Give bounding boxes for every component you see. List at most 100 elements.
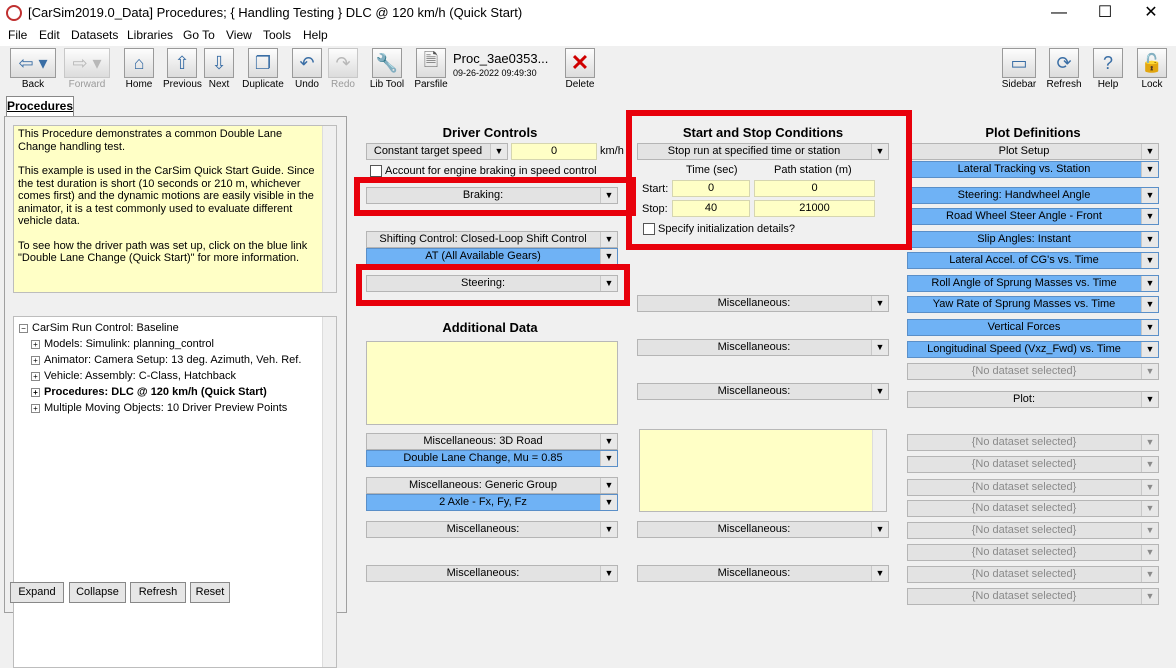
misc-dropdown[interactable]: Miscellaneous: ▼ [637, 565, 889, 582]
chevron-down-icon: ▼ [1141, 276, 1158, 291]
highlight-steering [356, 264, 630, 306]
plot-dropdown[interactable]: {No dataset selected} ▼ [907, 522, 1159, 539]
plot-dropdown[interactable]: {No dataset selected} ▼ [907, 588, 1159, 605]
chevron-down-icon: ▼ [1141, 457, 1158, 472]
plot-dropdown[interactable]: Plot: ▼ [907, 391, 1159, 408]
engine-braking-label: Account for engine braking in speed cont… [385, 165, 597, 177]
undo-button[interactable]: ↶ Undo [291, 48, 323, 92]
back-button[interactable]: ⇦ ▾ Back [8, 48, 58, 92]
plot-dropdown[interactable]: Roll Angle of Sprung Masses vs. Time ▼ [907, 275, 1159, 292]
redo-button[interactable]: ↷ Redo [327, 48, 359, 92]
gears-link[interactable]: AT (All Available Gears) ▼ [366, 248, 618, 265]
undo-icon: ↶ [292, 48, 322, 78]
misc-generic-dropdown[interactable]: Miscellaneous: Generic Group ▼ [366, 477, 618, 494]
engine-braking-checkbox[interactable] [370, 165, 382, 177]
plot-dropdown[interactable]: {No dataset selected} ▼ [907, 456, 1159, 473]
misc-dropdown[interactable]: Miscellaneous: ▼ [366, 565, 618, 582]
reset-button[interactable]: Reset [190, 582, 230, 603]
plot-dropdown[interactable]: Vertical Forces ▼ [907, 319, 1159, 336]
tab-procedures[interactable]: Procedures [6, 96, 74, 116]
plot-dropdown[interactable]: {No dataset selected} ▼ [907, 544, 1159, 561]
tree-item[interactable]: + Procedures: DLC @ 120 km/h (Quick Start… [19, 384, 336, 400]
target-speed-input[interactable]: 0 [511, 143, 597, 160]
sidebar-button[interactable]: ▭ Sidebar [1000, 48, 1038, 92]
plot-dropdown[interactable]: Lateral Accel. of CG's vs. Time ▼ [907, 252, 1159, 269]
shifting-dropdown[interactable]: Shifting Control: Closed-Loop Shift Cont… [366, 231, 618, 248]
misc-textarea-scrollbar[interactable] [872, 430, 886, 511]
chevron-down-icon: ▼ [1141, 480, 1158, 495]
misc-3d-road-dropdown[interactable]: Miscellaneous: 3D Road ▼ [366, 433, 618, 450]
parsfile-button[interactable]: 🗎 Parsfile [414, 48, 448, 92]
refresh-button[interactable]: ⟳ Refresh [1046, 48, 1082, 92]
home-button[interactable]: ⌂ Home [122, 48, 156, 92]
plot-dropdown[interactable]: Slip Angles: Instant ▼ [907, 231, 1159, 248]
expand-button[interactable]: Expand [10, 582, 64, 603]
speed-mode-dropdown[interactable]: Constant target speed ▼ [366, 143, 508, 160]
chevron-down-icon: ▼ [871, 340, 888, 355]
notes-scrollbar[interactable] [322, 126, 336, 292]
maximize-button[interactable]: ☐ [1082, 0, 1128, 26]
menu-view[interactable]: View [226, 26, 252, 44]
road-link[interactable]: Double Lane Change, Mu = 0.85 ▼ [366, 450, 618, 467]
additional-data-textarea[interactable] [366, 341, 618, 425]
misc-dropdown[interactable]: Miscellaneous: ▼ [637, 339, 889, 356]
forward-button[interactable]: ⇨ ▾ Forward [62, 48, 112, 92]
lock-button[interactable]: 🔓 Lock [1136, 48, 1168, 92]
menu-help[interactable]: Help [303, 26, 328, 44]
expand-icon[interactable]: + [31, 403, 40, 413]
help-button[interactable]: ? Help [1092, 48, 1124, 92]
dataset-date: 09-26-2022 09:49:30 [453, 68, 537, 78]
misc-dropdown[interactable]: Miscellaneous: ▼ [637, 383, 889, 400]
collapse-button[interactable]: Collapse [69, 582, 126, 603]
plot-dropdown[interactable]: Yaw Rate of Sprung Masses vs. Time ▼ [907, 296, 1159, 313]
expand-icon[interactable]: + [31, 339, 40, 349]
minimize-button[interactable]: — [1036, 0, 1082, 26]
refresh-tree-button[interactable]: Refresh [130, 582, 186, 603]
plot-dropdown[interactable]: {No dataset selected} ▼ [907, 479, 1159, 496]
plot-dropdown[interactable]: Lateral Tracking vs. Station ▼ [907, 161, 1159, 178]
window-title: [CarSim2019.0_Data] Procedures; { Handli… [28, 5, 523, 20]
lib-tool-button[interactable]: 🔧 Lib Tool [368, 48, 406, 92]
tree-item[interactable]: − CarSim Run Control: Baseline [19, 320, 336, 336]
plot-dropdown[interactable]: Plot Setup ▼ [907, 143, 1159, 160]
plot-dropdown[interactable]: {No dataset selected} ▼ [907, 500, 1159, 517]
tree-item[interactable]: + Models: Simulink: planning_control [19, 336, 336, 352]
chevron-down-icon: ▼ [600, 434, 617, 449]
expand-icon[interactable]: + [31, 387, 40, 397]
delete-button[interactable]: ✕ Delete [563, 48, 597, 92]
menu-file[interactable]: File [8, 26, 27, 44]
tree-item[interactable]: + Multiple Moving Objects: 10 Driver Prev… [19, 400, 336, 416]
chevron-down-icon: ▼ [600, 478, 617, 493]
duplicate-button[interactable]: ❐ Duplicate [241, 48, 285, 92]
menu-datasets[interactable]: Datasets [71, 26, 118, 44]
plot-dropdown[interactable]: Steering: Handwheel Angle ▼ [907, 187, 1159, 204]
tree-item[interactable]: + Animator: Camera Setup: 13 deg. Azimuth… [19, 352, 336, 368]
notes-box[interactable]: This Procedure demonstrates a common Dou… [13, 125, 337, 293]
menu-libraries[interactable]: Libraries [127, 26, 173, 44]
expand-icon[interactable]: + [31, 355, 40, 365]
plot-dropdown[interactable]: Longitudinal Speed (Vxz_Fwd) vs. Time ▼ [907, 341, 1159, 358]
plot-dropdown[interactable]: Road Wheel Steer Angle - Front ▼ [907, 208, 1159, 225]
delete-x-icon: ✕ [565, 48, 595, 78]
misc-textarea[interactable] [639, 429, 887, 512]
plot-dropdown[interactable]: {No dataset selected} ▼ [907, 566, 1159, 583]
highlight-start-stop [626, 110, 912, 250]
previous-button[interactable]: ⇧ Previous [163, 48, 202, 92]
redo-icon: ↷ [328, 48, 358, 78]
misc-dropdown[interactable]: Miscellaneous: ▼ [637, 521, 889, 538]
misc-dropdown[interactable]: Miscellaneous: ▼ [637, 295, 889, 312]
menu-goto[interactable]: Go To [183, 26, 215, 44]
collapse-icon[interactable]: − [19, 323, 28, 333]
title-bar: [CarSim2019.0_Data] Procedures; { Handli… [0, 0, 1176, 26]
plot-dropdown[interactable]: {No dataset selected} ▼ [907, 434, 1159, 451]
tree-item[interactable]: + Vehicle: Assembly: C-Class, Hatchback [19, 368, 336, 384]
next-button[interactable]: ⇩ Next [203, 48, 235, 92]
menu-tools[interactable]: Tools [263, 26, 291, 44]
plot-dropdown[interactable]: {No dataset selected} ▼ [907, 363, 1159, 380]
misc-dropdown[interactable]: Miscellaneous: ▼ [366, 521, 618, 538]
generic-link[interactable]: 2 Axle - Fx, Fy, Fz ▼ [366, 494, 618, 511]
close-button[interactable]: ✕ [1128, 0, 1174, 26]
expand-icon[interactable]: + [31, 371, 40, 381]
menu-edit[interactable]: Edit [39, 26, 60, 44]
chevron-down-icon: ▼ [1141, 567, 1158, 582]
